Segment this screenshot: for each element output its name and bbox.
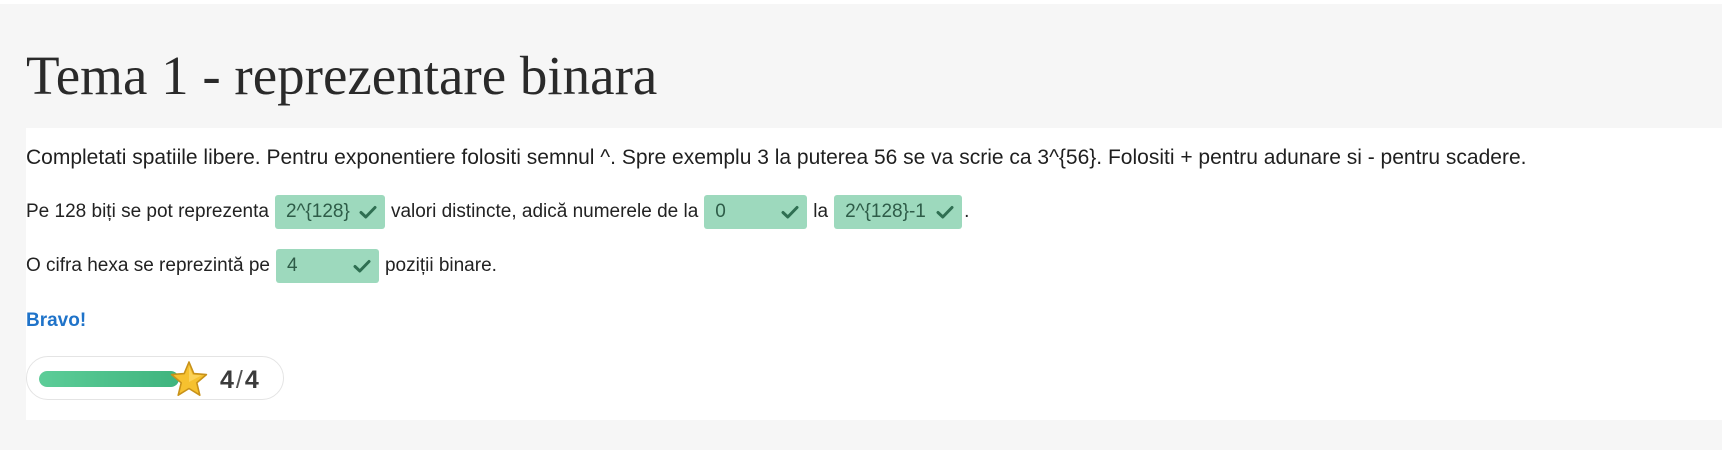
score-progress-track xyxy=(39,371,179,387)
question1-text-middle: valori distincte, adică numerele de la xyxy=(390,201,699,222)
answer-field-4[interactable]: 4 xyxy=(275,249,379,283)
instructions-text: Completati spatiile libere. Pentru expon… xyxy=(26,146,1527,169)
answer-field-4-value: 4 xyxy=(286,255,298,276)
score-separator: / xyxy=(235,366,243,394)
question2-text-before: O cifra hexa se reprezintă pe xyxy=(26,255,270,276)
question2-text-after: poziții binare. xyxy=(384,255,497,276)
question1-text-before: Pe 128 biți se pot reprezenta xyxy=(26,201,269,222)
answer-field-1-value: 2^{128} xyxy=(285,201,350,222)
score-earned: 4 xyxy=(220,366,234,394)
check-icon xyxy=(359,203,377,221)
page-background: Tema 1 - reprezentare binara Completati … xyxy=(0,4,1722,450)
question1-text-la: la xyxy=(813,201,829,222)
check-icon xyxy=(936,203,954,221)
page-title: Tema 1 - reprezentare binara xyxy=(26,45,658,106)
question1-text-after: . xyxy=(964,201,970,222)
score-badge: 4/4 xyxy=(26,356,284,400)
check-icon xyxy=(781,203,799,221)
score-text: 4/4 xyxy=(220,366,259,395)
answer-field-1[interactable]: 2^{128} xyxy=(274,195,385,229)
question-card: Completati spatiile libere. Pentru expon… xyxy=(26,128,1722,420)
star-icon xyxy=(169,360,209,398)
answer-field-3-value: 2^{128}-1 xyxy=(845,201,926,222)
feedback-message: Bravo! xyxy=(26,310,87,331)
answer-field-3[interactable]: 2^{128}-1 xyxy=(834,195,963,229)
answer-field-2[interactable]: 0 xyxy=(704,195,808,229)
score-total: 4 xyxy=(244,366,259,394)
answer-field-2-value: 0 xyxy=(715,201,726,222)
question-line-1: Pe 128 biți se pot reprezenta 2^{128} va… xyxy=(26,195,969,229)
check-icon xyxy=(353,257,371,275)
score-progress-fill xyxy=(39,371,179,387)
question-line-2: O cifra hexa se reprezintă pe 4 poziții … xyxy=(26,249,497,283)
